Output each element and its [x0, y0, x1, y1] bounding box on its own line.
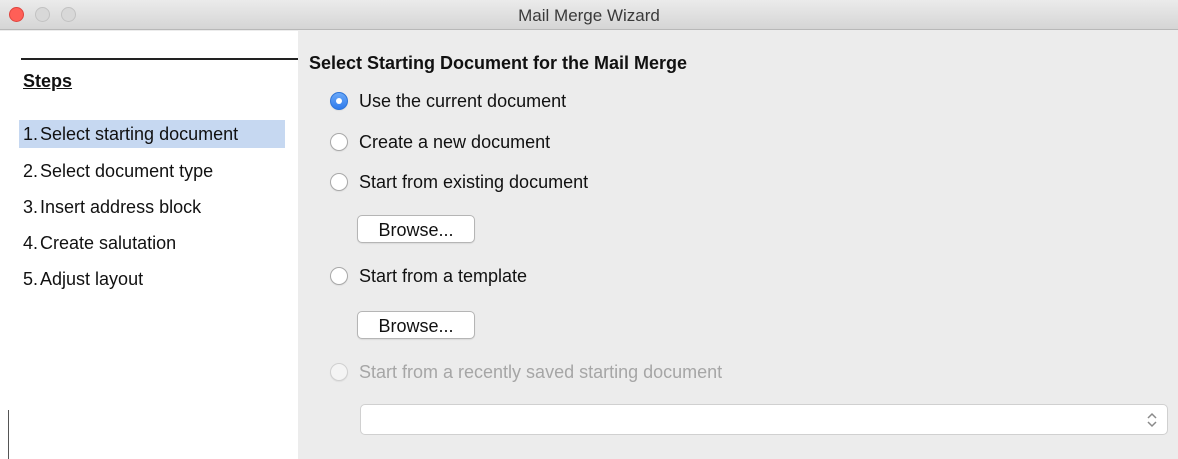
step-label: Insert address block	[40, 197, 202, 217]
step-number: 3.	[23, 197, 39, 217]
main-panel: Select Starting Document for the Mail Me…	[298, 31, 1178, 459]
step-item-insert-address-block[interactable]: 3. Insert address block	[19, 193, 285, 221]
section-title: Select Starting Document for the Mail Me…	[309, 53, 688, 73]
step-number: 4.	[23, 233, 39, 253]
option-start-from-existing[interactable]: Start from existing document	[330, 170, 588, 194]
radio-start-template[interactable]	[330, 267, 348, 285]
option-label: Start from existing document	[359, 171, 589, 192]
sidebar-edge-line	[8, 410, 9, 459]
radio-create-new[interactable]	[330, 133, 348, 151]
radio-start-existing[interactable]	[330, 173, 348, 191]
option-use-current-document[interactable]: Use the current document	[330, 89, 566, 113]
option-create-new-document[interactable]: Create a new document	[330, 130, 550, 154]
sidebar-divider	[21, 58, 298, 60]
step-label: Select starting document	[40, 124, 239, 144]
option-label: Start from a template	[359, 265, 528, 286]
step-label: Create salutation	[40, 233, 177, 253]
steps-sidebar: Steps 1. Select starting document 2. Selec…	[0, 31, 298, 459]
step-item-select-starting-document[interactable]: 1. Select starting document	[19, 120, 285, 148]
browse-template-button[interactable]: Browse...	[357, 311, 475, 339]
up-down-chevron-icon	[1147, 412, 1157, 428]
step-item-adjust-layout[interactable]: 5. Adjust layout	[19, 265, 285, 293]
steps-heading: Steps	[23, 71, 73, 91]
step-label: Select document type	[40, 161, 214, 181]
option-recently-saved: Start from a recently saved starting doc…	[330, 360, 722, 384]
step-number: 5.	[23, 269, 39, 289]
browse-existing-button[interactable]: Browse...	[357, 215, 475, 243]
option-label: Use the current document	[359, 90, 567, 111]
option-label: Create a new document	[359, 131, 551, 152]
step-number: 1.	[23, 124, 39, 144]
option-label: Start from a recently saved starting doc…	[359, 361, 723, 382]
radio-use-current[interactable]	[330, 92, 348, 110]
title-bar: Mail Merge Wizard	[0, 0, 1178, 30]
step-item-select-document-type[interactable]: 2. Select document type	[19, 157, 285, 185]
step-label: Adjust layout	[40, 269, 144, 289]
option-start-from-template[interactable]: Start from a template	[330, 264, 527, 288]
step-number: 2.	[23, 161, 39, 181]
recent-documents-select	[360, 404, 1168, 435]
window-title: Mail Merge Wizard	[518, 6, 660, 25]
radio-recently-saved	[330, 363, 348, 381]
step-item-create-salutation[interactable]: 4. Create salutation	[19, 229, 285, 257]
